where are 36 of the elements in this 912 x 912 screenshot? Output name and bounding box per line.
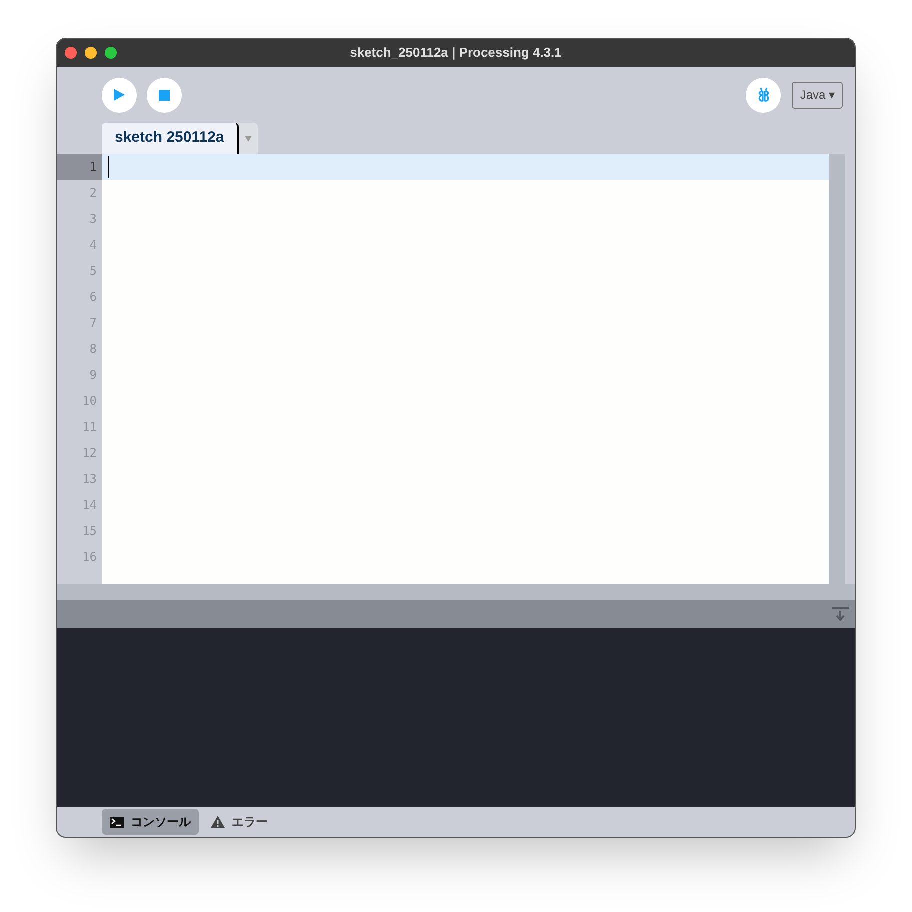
butterfly-icon xyxy=(756,87,771,103)
tab-menu-button[interactable] xyxy=(239,123,258,154)
line-number: 11 xyxy=(82,419,97,436)
panel-tab[interactable]: エラー xyxy=(203,809,276,835)
line-number: 7 xyxy=(90,315,97,332)
zoom-button[interactable] xyxy=(105,47,117,59)
stop-button[interactable] xyxy=(147,78,182,112)
play-icon xyxy=(114,89,125,101)
line-number: 10 xyxy=(82,393,97,410)
line-number: 4 xyxy=(90,237,97,254)
scroll-to-bottom-icon[interactable] xyxy=(832,607,849,621)
sketch-tab[interactable]: sketch 250112a xyxy=(102,123,240,154)
stop-icon xyxy=(159,90,170,100)
line-number: 3 xyxy=(90,211,97,228)
line-number: 16 xyxy=(82,549,97,566)
window-title: sketch_250112a | Processing 4.3.1 xyxy=(350,44,562,62)
line-number: 13 xyxy=(82,471,97,488)
line-number: 6 xyxy=(90,289,97,306)
panel-tab[interactable]: コンソール xyxy=(102,809,199,835)
text-cursor xyxy=(108,156,109,178)
line-number: 9 xyxy=(90,367,97,384)
line-number: 15 xyxy=(82,523,97,540)
caret-icon xyxy=(245,136,252,142)
debug-button[interactable] xyxy=(746,78,782,112)
warning-icon xyxy=(211,816,225,828)
close-button[interactable] xyxy=(65,47,77,59)
run-button[interactable] xyxy=(102,78,137,112)
terminal-icon xyxy=(110,816,124,828)
line-number: 14 xyxy=(82,497,97,514)
line-number: 8 xyxy=(90,341,97,358)
minimize-button[interactable] xyxy=(85,47,97,59)
line-number: 2 xyxy=(90,185,97,202)
line-number: 12 xyxy=(82,445,97,462)
mode-dropdown[interactable]: Java ▾ xyxy=(792,82,843,108)
line-number: 1 xyxy=(90,159,97,176)
line-number: 5 xyxy=(90,263,97,280)
